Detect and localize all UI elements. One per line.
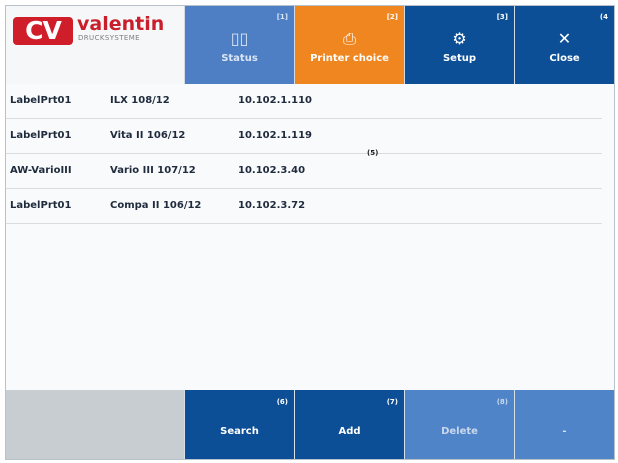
- gear-icon: ⚙: [452, 29, 467, 48]
- printer-model: Vario III 107/12: [110, 165, 196, 176]
- delete-button[interactable]: (8) Delete: [404, 390, 514, 459]
- setup-tab-label: Setup: [442, 53, 477, 64]
- placeholder-button-label: -: [562, 426, 567, 437]
- printer-ip: 10.102.1.110: [238, 95, 313, 106]
- add-button-number: (7): [386, 398, 398, 406]
- brand-name: valentin: [77, 13, 165, 35]
- close-tab[interactable]: (4 ✕ Close: [514, 6, 614, 84]
- printer-name: LabelPrt01: [10, 130, 72, 141]
- printer-choice-tab-number: [2]: [386, 13, 398, 21]
- setup-tab-number: [3]: [496, 13, 508, 21]
- callout-marker: (5): [367, 149, 379, 157]
- printer-choice-tab-label: Printer choice: [310, 53, 389, 64]
- printer-row[interactable]: LabelPrt01 Compa II 106/12 10.102.3.72: [6, 189, 602, 224]
- delete-button-label: Delete: [441, 426, 478, 437]
- add-button[interactable]: (7) Add: [294, 390, 404, 459]
- app-frame: CV valentin DRUCKSYSTEME [1] ▯▯ Status […: [5, 5, 615, 460]
- setup-tab[interactable]: [3] ⚙ Setup: [404, 6, 514, 84]
- printer-row[interactable]: AW-VarioIII Vario III 107/12 10.102.3.40: [6, 154, 602, 189]
- add-button-label: Add: [338, 426, 361, 437]
- printer-name: LabelPrt01: [10, 95, 72, 106]
- printer-ip: 10.102.3.40: [238, 165, 306, 176]
- bottom-action-bar: (6) Search (7) Add (8) Delete -: [6, 390, 614, 459]
- status-tab-label: Status: [221, 53, 258, 64]
- top-navigation-bar: CV valentin DRUCKSYSTEME [1] ▯▯ Status […: [6, 6, 614, 84]
- status-tab[interactable]: [1] ▯▯ Status: [184, 6, 294, 84]
- brand-mark: CV: [13, 17, 73, 45]
- printer-ip: 10.102.1.119: [238, 130, 313, 141]
- status-tab-number: [1]: [276, 13, 288, 21]
- search-button[interactable]: (6) Search: [184, 390, 294, 459]
- printer-choice-tab[interactable]: [2] ⎙ Printer choice: [294, 6, 404, 84]
- printer-name: AW-VarioIII: [10, 165, 72, 176]
- search-button-number: (6): [276, 398, 288, 406]
- close-tab-number: (4: [599, 13, 608, 21]
- printer-row[interactable]: LabelPrt01 Vita II 106/12 10.102.1.119: [6, 119, 602, 154]
- brand-subtitle: DRUCKSYSTEME: [78, 34, 140, 42]
- printer-model: Compa II 106/12: [110, 200, 202, 211]
- printer-name: LabelPrt01: [10, 200, 72, 211]
- delete-button-number: (8): [496, 398, 508, 406]
- printer-list: LabelPrt01 ILX 108/12 10.102.1.110 Label…: [6, 84, 614, 390]
- printer-icon: ⎙: [343, 29, 356, 48]
- printer-model: ILX 108/12: [110, 95, 170, 106]
- status-icon: ▯▯: [230, 29, 249, 48]
- printer-row[interactable]: LabelPrt01 ILX 108/12 10.102.1.110: [6, 84, 602, 119]
- printer-model: Vita II 106/12: [110, 130, 186, 141]
- printer-ip: 10.102.3.72: [238, 200, 306, 211]
- search-button-label: Search: [220, 426, 259, 437]
- close-icon: ✕: [557, 29, 572, 48]
- placeholder-button[interactable]: -: [514, 390, 614, 459]
- brand-logo: CV valentin DRUCKSYSTEME: [6, 6, 184, 84]
- close-tab-label: Close: [549, 53, 580, 64]
